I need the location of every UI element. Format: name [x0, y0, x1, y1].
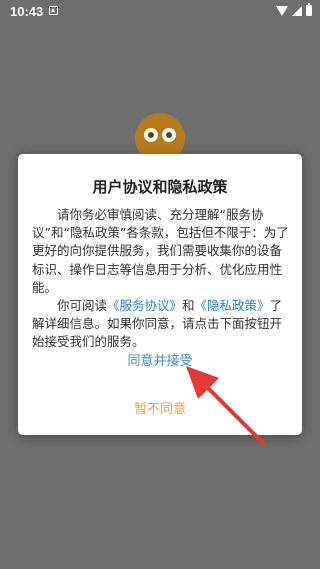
status-icons: [276, 3, 312, 16]
battery-icon: [306, 3, 312, 16]
service-agreement-link[interactable]: 《服务协议》: [107, 298, 182, 313]
logo-eye-right: [162, 128, 176, 142]
dialog-paragraph-1: 请你务必审慎阅读、充分理解“服务协议”和“隐私政策”各条款，包括但不限于：为了更…: [32, 207, 289, 295]
decline-button[interactable]: 暂不同意: [18, 398, 302, 418]
wifi-icon: [276, 5, 288, 16]
paragraph-2-mid: 和: [182, 298, 195, 314]
signal-icon: [292, 5, 302, 16]
privacy-dialog: 用户协议和隐私政策 请你务必审慎阅读、充分理解“服务协议”和“隐私政策”各条款，…: [18, 154, 302, 435]
dialog-paragraph-2: 你可阅读《服务协议》和《隐私政策》了解详细信息。如果你同意，请点击下面按钮开始接…: [32, 297, 290, 352]
notification-icon: [49, 6, 58, 15]
status-time: 10:43: [10, 4, 44, 19]
status-bar: 10:43: [0, 0, 320, 24]
paragraph-2-pre: 你可阅读: [57, 298, 108, 314]
agree-button[interactable]: 同意并接受: [18, 350, 302, 370]
dialog-body: 请你务必审慎阅读、充分理解“服务协议”和“隐私政策”各条款，包括但不限于：为了更…: [32, 206, 290, 352]
logo-eye-left: [144, 128, 158, 142]
privacy-policy-link[interactable]: 《隐私政策》: [195, 298, 270, 313]
dialog-title: 用户协议和隐私政策: [92, 178, 228, 196]
